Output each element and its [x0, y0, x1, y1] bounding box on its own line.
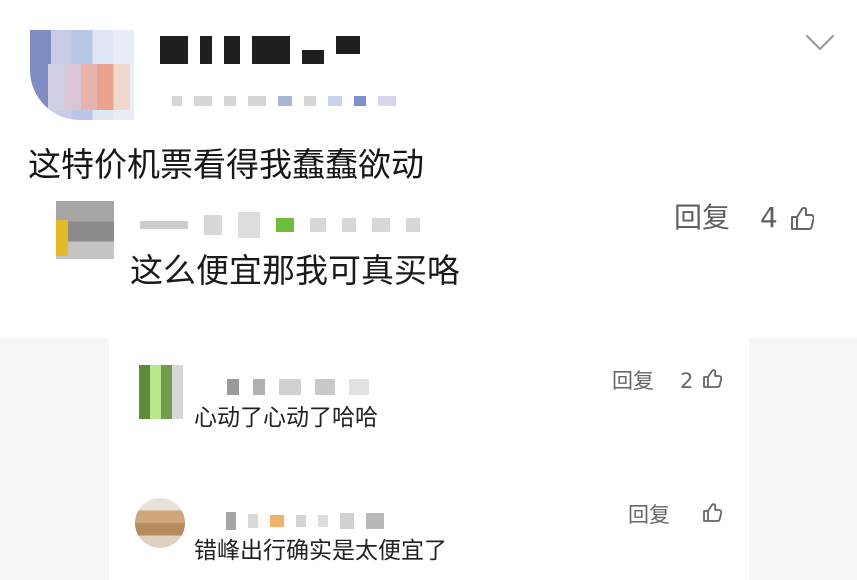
- reply-button[interactable]: 回复: [628, 502, 670, 528]
- avatar[interactable]: [135, 498, 185, 548]
- avatar[interactable]: [30, 30, 134, 120]
- avatar[interactable]: [56, 201, 114, 259]
- chevron-down-icon[interactable]: [804, 32, 836, 54]
- reply-username[interactable]: [140, 210, 470, 240]
- comment-meta: [172, 94, 502, 108]
- subreply-username[interactable]: [227, 375, 457, 399]
- like-count: 4: [760, 201, 778, 234]
- username[interactable]: [160, 36, 380, 66]
- comment-text: 这特价机票看得我蠢蠢欲动: [28, 145, 424, 184]
- thumbs-up-icon[interactable]: [700, 502, 722, 524]
- thumbs-up-icon[interactable]: [786, 205, 814, 233]
- like-count: 2: [680, 369, 694, 393]
- reply-text: 这么便宜那我可真买咯: [130, 251, 460, 290]
- subreply-text: 错峰出行确实是太便宜了: [194, 538, 447, 564]
- thumbs-up-icon[interactable]: [700, 368, 722, 390]
- subreply-text: 心动了心动了哈哈: [194, 405, 378, 431]
- avatar[interactable]: [139, 365, 183, 419]
- reply-button[interactable]: 回复: [612, 368, 654, 394]
- subreply-username[interactable]: [226, 509, 476, 533]
- reply-button[interactable]: 回复: [674, 201, 730, 235]
